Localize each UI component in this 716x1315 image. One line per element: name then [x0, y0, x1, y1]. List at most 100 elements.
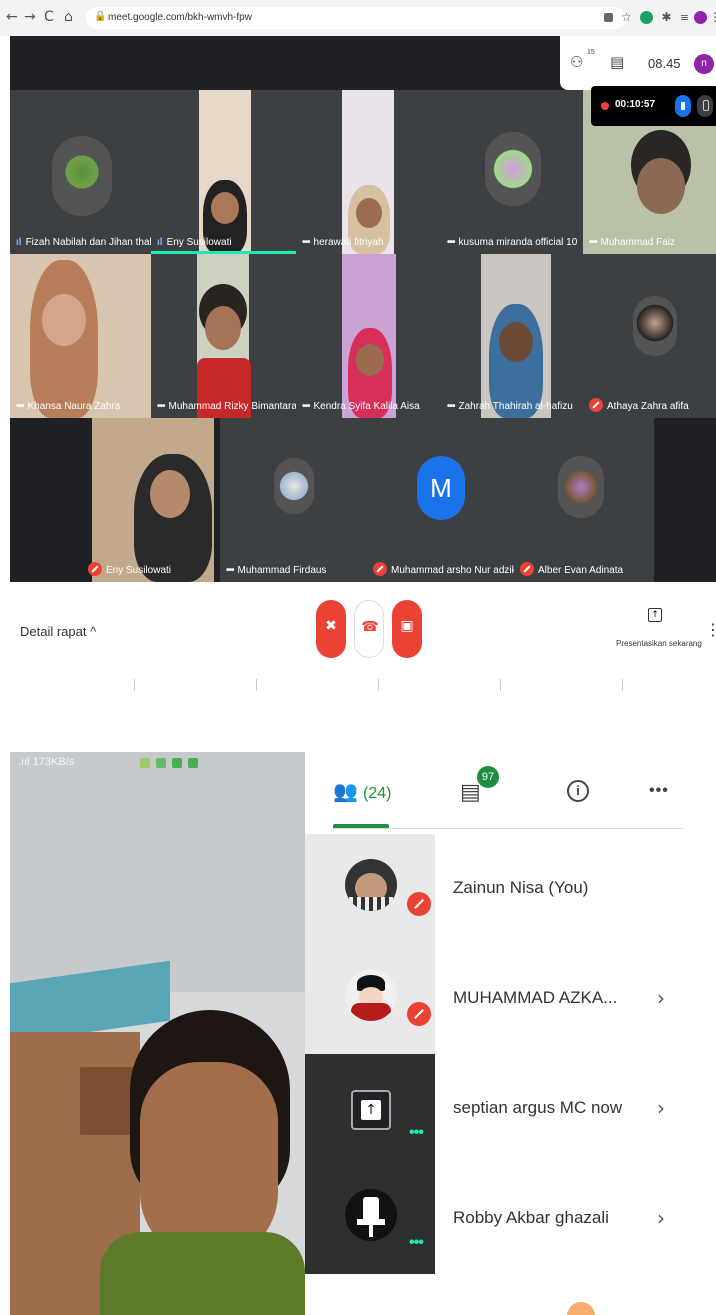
door-panel-shape: [80, 1067, 136, 1135]
muted-mic-icon: [88, 562, 102, 576]
video-tile[interactable]: ••• Muhammad Firdaus: [220, 418, 367, 582]
divider: [333, 828, 685, 829]
extension-icon[interactable]: [640, 11, 653, 24]
avatar: [345, 969, 397, 1021]
tile-name: ••• Muhammad Faiz: [589, 237, 675, 248]
tile-name: ıl Eny Susilowati: [157, 237, 232, 248]
video-tile[interactable]: ••• Zahrah Thahirah al-hafizu: [441, 254, 583, 418]
muted-mic-icon: [407, 1002, 431, 1026]
home-icon[interactable]: ⌂: [64, 9, 73, 25]
chevron-right-icon[interactable]: ›: [657, 986, 665, 1010]
divider: [500, 679, 501, 691]
chevron-right-icon[interactable]: ›: [657, 1206, 665, 1230]
video-tile[interactable]: ••• Kendra Syifa Kalila Aisa: [296, 254, 441, 418]
more-options-icon[interactable]: •••: [302, 401, 310, 412]
audio-level-icon: •••: [409, 1124, 424, 1141]
tab-people-count[interactable]: (24): [363, 785, 391, 803]
divider: [378, 679, 379, 691]
more-options-icon[interactable]: •••: [447, 237, 455, 248]
video-tile[interactable]: ••• Muhammad Rizky Bimantara: [151, 254, 296, 418]
chat-icon[interactable]: ▤: [460, 780, 481, 805]
participant-name: MUHAMMAD AZKA...: [453, 988, 618, 1007]
stop-recording-button[interactable]: [675, 95, 691, 117]
more-options-icon[interactable]: •••: [589, 237, 597, 248]
info-icon[interactable]: i: [567, 780, 589, 802]
present-icon: ↑: [351, 1090, 391, 1130]
more-options-icon[interactable]: •••: [302, 237, 310, 248]
chat-badge: 97: [477, 766, 499, 788]
present-now-button[interactable]: Presentasikan sekarang: [616, 639, 702, 648]
muted-mic-icon: [520, 562, 534, 576]
playlist-icon[interactable]: ≡: [678, 11, 691, 24]
tile-name: ••• Muhammad Firdaus: [226, 565, 327, 576]
meet-controls-bar: Detail rapat ^ ✖ ☎ ▣ ↑ Presentasikan sek…: [0, 582, 716, 691]
video-tile[interactable]: ••• herawati fitriyah: [296, 90, 441, 254]
reload-icon[interactable]: C: [44, 9, 54, 25]
chevron-right-icon[interactable]: ›: [657, 1096, 665, 1120]
divider: [134, 679, 135, 691]
participant-avatar: [52, 136, 112, 216]
person-shirt: [100, 1232, 305, 1315]
profile-icon[interactable]: [694, 11, 707, 24]
url-text[interactable]: meet.google.com/bkh-wmvh-fpw: [108, 12, 252, 23]
divider: [256, 679, 257, 691]
forward-icon[interactable]: →: [24, 9, 36, 25]
present-icon[interactable]: ↑: [648, 608, 662, 622]
recording-indicator: 00:10:57: [591, 86, 716, 126]
tile-name: ••• Kendra Syifa Kalila Aisa: [302, 401, 420, 412]
video-tile[interactable]: Eny Susilowati: [10, 418, 220, 582]
tile-name: Athaya Zahra afifa: [589, 398, 689, 412]
star-icon[interactable]: ☆: [620, 11, 633, 24]
browser-toolbar: ← → C ⌂ 🔒 meet.google.com/bkh-wmvh-fpw ☆…: [0, 0, 716, 36]
audio-level-icon: •••: [409, 1234, 424, 1251]
people-panel: 👥 (24) ▤ 97 i ••• Zainun Nisa (You) MUHA…: [305, 752, 716, 1315]
more-options-icon[interactable]: •••: [447, 401, 455, 412]
wall-background: [10, 752, 305, 992]
hangup-icon: ☎: [361, 619, 379, 635]
more-options-icon[interactable]: •••: [16, 401, 24, 412]
back-icon[interactable]: ←: [6, 9, 18, 25]
mic-icon[interactable]: [697, 95, 713, 117]
participant-row[interactable]: ••• Robby Akbar ghazali ›: [305, 1164, 716, 1274]
status-icon: [188, 758, 198, 768]
participant-avatar: [633, 296, 677, 356]
chat-icon[interactable]: ▤: [610, 53, 624, 71]
camera-indicator-icon[interactable]: [604, 13, 613, 22]
video-tile[interactable]: Athaya Zahra afifa: [583, 254, 716, 418]
participant-row[interactable]: MUHAMMAD AZKA... ›: [305, 944, 716, 1054]
status-icon: [156, 758, 166, 768]
tile-name: ••• kusuma miranda official 10: [447, 237, 578, 248]
tile-name: ılFizah Nabilah dan Jihan thalita ulfa: [16, 237, 151, 248]
meeting-details-button[interactable]: Detail rapat ^: [20, 624, 96, 639]
more-options-icon[interactable]: •••: [226, 565, 234, 576]
video-tile[interactable]: ••• kusuma miranda official 10: [441, 90, 583, 254]
video-tile[interactable]: ••• Khansa Naura Zahra: [10, 254, 151, 418]
status-bar: .ııl 173KB/s: [18, 756, 75, 768]
participant-avatar: [558, 456, 604, 518]
end-call-button[interactable]: ☎: [354, 600, 384, 658]
camera-toggle-button[interactable]: ▣: [392, 600, 422, 658]
tile-name: Alber Evan Adinata: [520, 562, 623, 576]
puzzle-icon[interactable]: ✱: [660, 11, 673, 24]
video-tile[interactable]: M Muhammad arsho Nur adzikra: [367, 418, 514, 582]
camera-fab-button[interactable]: [567, 1302, 595, 1315]
video-tile[interactable]: ıl Eny Susilowati: [151, 90, 296, 254]
people-icon[interactable]: ⚇: [570, 53, 583, 71]
more-options-icon[interactable]: •••: [157, 401, 165, 412]
menu-icon[interactable]: ⋮: [709, 11, 716, 24]
video-tile[interactable]: Alber Evan Adinata: [514, 418, 654, 582]
tile-name: ••• herawati fitriyah: [302, 237, 384, 248]
status-icon: [172, 758, 182, 768]
participant-row[interactable]: Zainun Nisa (You): [305, 834, 716, 944]
people-icon[interactable]: 👥: [333, 779, 358, 803]
more-options-icon[interactable]: ⋮: [705, 620, 716, 639]
address-bar[interactable]: 🔒 meet.google.com/bkh-wmvh-fpw: [86, 7, 626, 29]
more-options-icon[interactable]: •••: [649, 782, 669, 800]
empty-tile: [654, 418, 716, 582]
video-tile[interactable]: ılFizah Nabilah dan Jihan thalita ulfa: [10, 90, 151, 254]
avatar[interactable]: n: [694, 54, 714, 74]
muted-mic-icon: [407, 892, 431, 916]
tile-name: ••• Zahrah Thahirah al-hafizu: [447, 401, 573, 412]
mic-toggle-button[interactable]: ✖: [316, 600, 346, 658]
participant-row[interactable]: ↑ ••• septian argus MC now ›: [305, 1054, 716, 1164]
